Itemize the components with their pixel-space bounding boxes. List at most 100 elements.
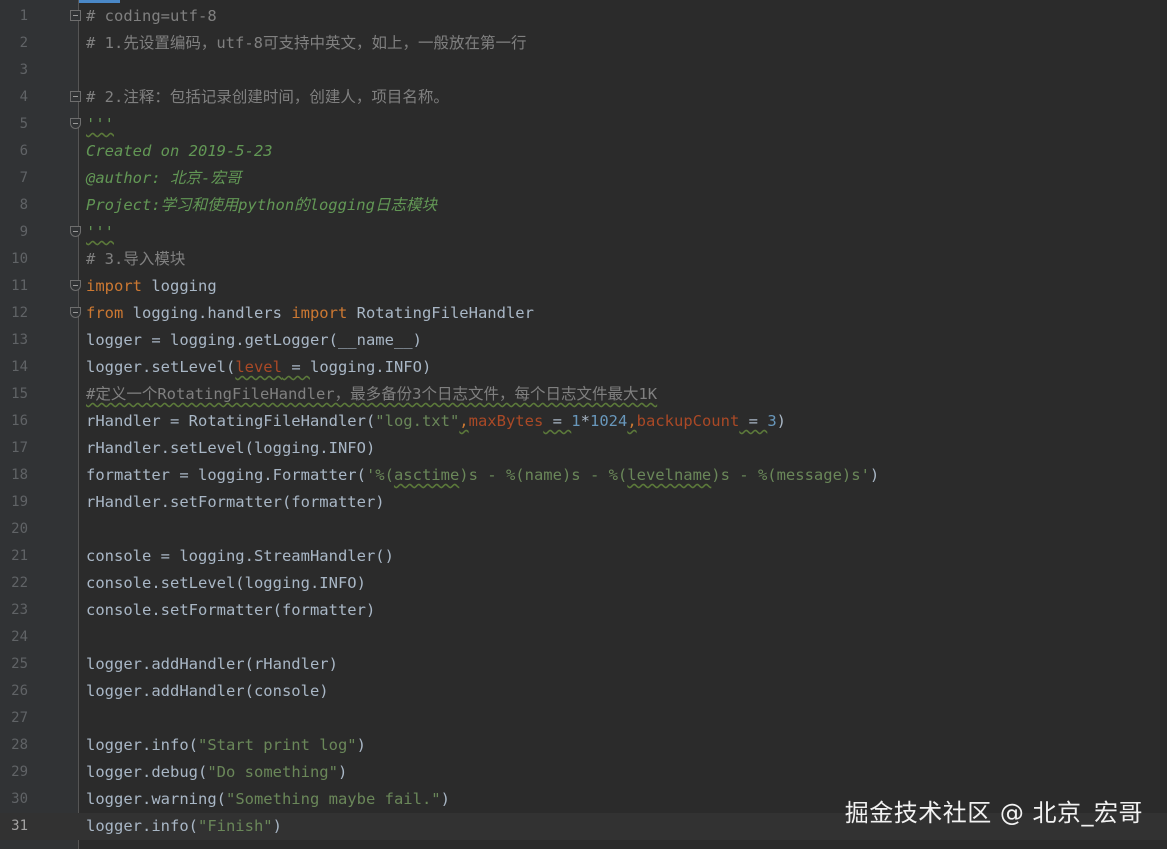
- code-text: #定义一个RotatingFileHandler，最多备份3个日志文件，每个日志…: [86, 381, 657, 408]
- code-token: # 3.导入模块: [86, 250, 186, 268]
- code-line[interactable]: 14 logger.setLevel(level = logging.INFO): [0, 354, 1167, 381]
- code-text: @author: 北京-宏哥: [86, 165, 241, 192]
- line-number: 3: [19, 62, 28, 78]
- line-number: 23: [11, 602, 28, 618]
- code-line[interactable]: 12 from logging.handlers import RotatingF…: [0, 300, 1167, 327]
- code-token: ''': [86, 223, 114, 241]
- code-line[interactable]: 24: [0, 624, 1167, 651]
- code-line[interactable]: 18 formatter = logging.Formatter('%(ascti…: [0, 462, 1167, 489]
- code-token: =: [281, 358, 310, 376]
- code-line[interactable]: 23 console.setFormatter(formatter): [0, 597, 1167, 624]
- code-token: rHandler.setLevel(logging.INFO): [86, 439, 376, 457]
- code-line[interactable]: 9 ''': [0, 219, 1167, 246]
- code-token: logger.info(: [86, 817, 198, 835]
- code-line[interactable]: 6 Created on 2019-5-23: [0, 138, 1167, 165]
- code-line[interactable]: 1 # coding=utf-8: [0, 3, 1167, 30]
- code-token: '%(: [365, 466, 394, 484]
- fold-marker-icon[interactable]: [70, 280, 81, 291]
- code-line[interactable]: 3: [0, 57, 1167, 84]
- fold-marker-icon[interactable]: [70, 10, 81, 21]
- line-number: 7: [19, 170, 28, 186]
- code-token: # coding=utf-8: [86, 7, 217, 25]
- code-line[interactable]: 21 console = logging.StreamHandler(): [0, 543, 1167, 570]
- code-line[interactable]: 4 # 2.注释：包括记录创建时间，创建人，项目名称。: [0, 84, 1167, 111]
- code-token: logger.info(: [86, 736, 198, 754]
- code-line[interactable]: 25 logger.addHandler(rHandler): [0, 651, 1167, 678]
- code-token: ): [356, 736, 366, 754]
- code-editor[interactable]: 1 # coding=utf-8 2 # 1.先设置编码，utf-8可支持中英文，如上…: [0, 0, 1167, 849]
- code-text: # coding=utf-8: [86, 3, 217, 30]
- line-number: 19: [11, 494, 28, 510]
- code-token: logger = logging.getLogger(__name__): [86, 331, 422, 349]
- code-line[interactable]: 16 rHandler = RotatingFileHandler("log.tx…: [0, 408, 1167, 435]
- code-text: from logging.handlers import RotatingFil…: [86, 300, 534, 327]
- code-token: logger.warning(: [86, 790, 226, 808]
- code-text: # 1.先设置编码，utf-8可支持中英文，如上，一般放在第一行: [86, 30, 527, 57]
- line-number: 25: [11, 656, 28, 672]
- code-token: logging: [142, 277, 217, 295]
- code-line[interactable]: 2 # 1.先设置编码，utf-8可支持中英文，如上，一般放在第一行: [0, 30, 1167, 57]
- code-token: console.setLevel(logging.INFO): [86, 574, 366, 592]
- code-text: import logging: [86, 273, 217, 300]
- fold-marker-icon[interactable]: [70, 118, 81, 129]
- code-line[interactable]: 17 rHandler.setLevel(logging.INFO): [0, 435, 1167, 462]
- line-number: 5: [19, 116, 28, 132]
- fold-marker-icon[interactable]: [70, 226, 81, 237]
- line-number: 31: [11, 818, 28, 834]
- code-line[interactable]: 29 logger.debug("Do something"): [0, 759, 1167, 786]
- code-token: import: [291, 304, 348, 322]
- code-line[interactable]: 15 #定义一个RotatingFileHandler，最多备份3个日志文件，每个…: [0, 381, 1167, 408]
- code-token: 1024: [589, 412, 628, 430]
- code-line[interactable]: 11 import logging: [0, 273, 1167, 300]
- code-area[interactable]: 1 # coding=utf-8 2 # 1.先设置编码，utf-8可支持中英文，如上…: [0, 3, 1167, 840]
- code-token: @author: 北京-宏哥: [86, 169, 242, 187]
- code-token: formatter = logging.Formatter(: [86, 466, 366, 484]
- code-token: logger.addHandler(console): [86, 682, 329, 700]
- code-line[interactable]: 8 Project:学习和使用python的logging日志模块: [0, 192, 1167, 219]
- fold-marker-icon[interactable]: [70, 91, 81, 102]
- code-line[interactable]: 27: [0, 705, 1167, 732]
- code-token: ): [776, 412, 786, 430]
- code-token: )s - %(message)s': [711, 466, 870, 484]
- code-token: rHandler.setFormatter(formatter): [86, 493, 385, 511]
- code-token: logger.addHandler(rHandler): [86, 655, 338, 673]
- code-token: # 2.注释：包括记录创建时间，创建人，项目名称。: [86, 88, 449, 106]
- code-text: logger.addHandler(console): [86, 678, 329, 705]
- line-number: 17: [11, 440, 28, 456]
- fold-marker-icon[interactable]: [70, 307, 81, 318]
- code-line[interactable]: 13 logger = logging.getLogger(__name__): [0, 327, 1167, 354]
- line-number: 18: [11, 467, 28, 483]
- code-token: ): [869, 466, 880, 484]
- code-text: logger.addHandler(rHandler): [86, 651, 338, 678]
- code-token: levelname: [627, 466, 712, 484]
- line-number: 2: [19, 35, 28, 51]
- code-line[interactable]: 19 rHandler.setFormatter(formatter): [0, 489, 1167, 516]
- code-line[interactable]: 22 console.setLevel(logging.INFO): [0, 570, 1167, 597]
- code-text: # 3.导入模块: [86, 246, 185, 273]
- code-line[interactable]: 10 # 3.导入模块: [0, 246, 1167, 273]
- code-line[interactable]: 20: [0, 516, 1167, 543]
- code-token: ,: [459, 412, 469, 430]
- code-text: logger.debug("Do something"): [86, 759, 347, 786]
- code-token: # 1.先设置编码，utf-8可支持中英文，如上，一般放在第一行: [86, 34, 527, 52]
- code-token: "log.txt": [375, 412, 460, 430]
- line-number: 1: [19, 8, 28, 24]
- line-number: 15: [11, 386, 28, 402]
- code-text: ''': [86, 219, 114, 246]
- code-line[interactable]: 28 logger.info("Start print log"): [0, 732, 1167, 759]
- code-line[interactable]: 26 logger.addHandler(console): [0, 678, 1167, 705]
- line-number: 8: [19, 197, 28, 213]
- code-line[interactable]: 7 @author: 北京-宏哥: [0, 165, 1167, 192]
- code-token: console = logging.StreamHandler(): [86, 547, 394, 565]
- code-token: maxBytes: [468, 412, 544, 430]
- code-text: formatter = logging.Formatter('%(asctime…: [86, 462, 879, 489]
- code-text: logger.setLevel(level = logging.INFO): [86, 354, 431, 381]
- code-token: )s - %(name)s - %(: [459, 466, 628, 484]
- watermark: 掘金技术社区 @ 北京_宏哥: [844, 799, 1143, 827]
- code-text: # 2.注释：包括记录创建时间，创建人，项目名称。: [86, 84, 449, 111]
- code-token: *: [580, 412, 590, 430]
- code-line[interactable]: 5 ''': [0, 111, 1167, 138]
- line-number: 21: [11, 548, 28, 564]
- code-token: "Something maybe fail.": [225, 790, 441, 808]
- code-text: logger = logging.getLogger(__name__): [86, 327, 422, 354]
